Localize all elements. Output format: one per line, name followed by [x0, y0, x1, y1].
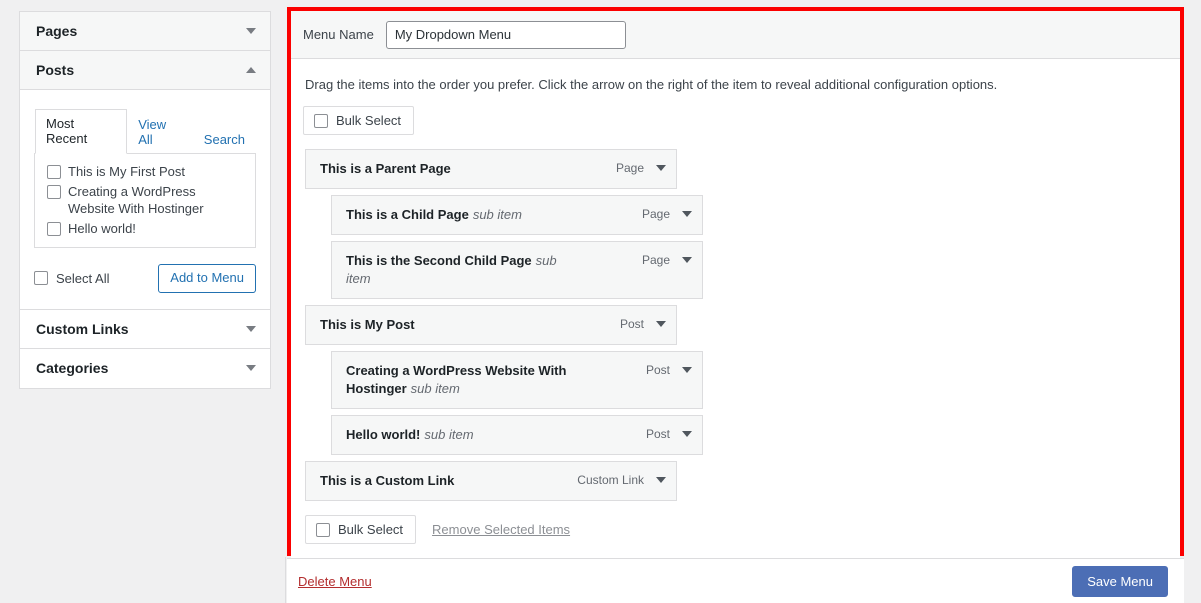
menu-item-title-text: This is a Child Page [346, 207, 469, 222]
menu-structure-body: Drag the items into the order you prefer… [291, 59, 1180, 560]
posts-panel-actions: Select All Add to Menu [34, 264, 256, 293]
posts-panel: Most Recent View All Search This is My F… [20, 90, 270, 310]
sidebar-section-custom-links-label: Custom Links [36, 321, 129, 337]
menu-editor-screen: Pages Posts Most Recent View All Search [0, 0, 1201, 603]
sidebar-section-pages[interactable]: Pages [20, 12, 270, 51]
chevron-up-icon[interactable] [246, 67, 256, 73]
table-row[interactable]: This is the Second Child Pagesub item Pa… [331, 241, 703, 299]
sidebar-section-custom-links[interactable]: Custom Links [20, 310, 270, 349]
bulk-select-top[interactable]: Bulk Select [303, 106, 414, 135]
chevron-down-icon[interactable] [656, 321, 666, 327]
menu-name-input[interactable] [386, 21, 626, 49]
menu-item-meta: Post [646, 362, 692, 377]
menu-item-title: This is the Second Child Pagesub item [346, 252, 576, 288]
post-checkbox-hello-world[interactable] [47, 222, 61, 236]
footer-divider [285, 557, 286, 603]
list-item[interactable]: Hello world! [45, 220, 245, 237]
menu-item-type: Page [642, 207, 670, 221]
table-row[interactable]: Hello world! sub item Post [331, 415, 703, 455]
sidebar-section-categories[interactable]: Categories [20, 349, 270, 388]
chevron-down-icon[interactable] [682, 367, 692, 373]
menu-item-title: Creating a WordPress Website With Hostin… [346, 362, 576, 398]
bulk-select-bottom-label: Bulk Select [338, 522, 403, 537]
menu-items-list: This is a Parent Page Page This is a Chi… [303, 149, 1168, 501]
sidebar-section-pages-label: Pages [36, 23, 77, 39]
select-all-label: Select All [56, 271, 109, 286]
menu-item-type: Post [620, 317, 644, 331]
menu-name-label: Menu Name [303, 27, 374, 42]
save-menu-button[interactable]: Save Menu [1072, 566, 1168, 597]
menu-item-meta: Custom Link [577, 472, 666, 487]
sidebar-section-posts[interactable]: Posts [20, 51, 270, 90]
post-label: This is My First Post [68, 163, 245, 180]
tab-search[interactable]: Search [193, 125, 256, 154]
tab-view-all[interactable]: View All [127, 110, 193, 154]
chevron-down-icon[interactable] [246, 28, 256, 34]
menu-item-type: Post [646, 363, 670, 377]
menu-item-meta: Post [620, 316, 666, 331]
menu-item-type: Post [646, 427, 670, 441]
bulk-select-bottom[interactable]: Bulk Select [305, 515, 416, 544]
tab-most-recent-label: Most Recent [46, 116, 87, 146]
table-row[interactable]: Creating a WordPress Website With Hostin… [331, 351, 703, 409]
select-all-checkbox[interactable] [34, 271, 48, 285]
add-menu-items-sidebar: Pages Posts Most Recent View All Search [19, 11, 271, 389]
menu-item-meta: Page [616, 160, 666, 175]
menu-structure-panel: Menu Name Drag the items into the order … [287, 7, 1184, 556]
remove-selected-items-link[interactable]: Remove Selected Items [432, 522, 570, 537]
post-checkbox-wordpress-hostinger[interactable] [47, 185, 61, 199]
menu-item-meta: Post [646, 426, 692, 441]
menu-item-meta: Page [642, 252, 692, 267]
list-item[interactable]: Creating a WordPress Website With Hostin… [45, 183, 245, 217]
menu-item-sub-badge: sub item [473, 207, 522, 222]
menu-item-title-text: This is the Second Child Page [346, 253, 532, 268]
posts-panel-tabs: Most Recent View All Search [35, 108, 256, 153]
add-to-menu-button[interactable]: Add to Menu [158, 264, 256, 293]
posts-checkbox-list: This is My First Post Creating a WordPre… [34, 153, 256, 248]
list-item[interactable]: This is My First Post [45, 163, 245, 180]
menu-item-type: Page [616, 161, 644, 175]
chevron-down-icon[interactable] [246, 326, 256, 332]
table-row[interactable]: This is My Post Post [305, 305, 677, 345]
sidebar-section-posts-label: Posts [36, 62, 74, 78]
table-row[interactable]: This is a Custom Link Custom Link [305, 461, 677, 501]
chevron-down-icon[interactable] [682, 431, 692, 437]
post-label: Creating a WordPress Website With Hostin… [68, 183, 245, 217]
menu-item-title: This is a Child Page sub item [346, 206, 522, 224]
drag-hint-text: Drag the items into the order you prefer… [305, 77, 1168, 92]
post-label: Hello world! [68, 220, 245, 237]
table-row[interactable]: This is a Parent Page Page [305, 149, 677, 189]
delete-menu-link[interactable]: Delete Menu [298, 574, 372, 589]
menu-editor-footer: Delete Menu Save Menu [287, 558, 1184, 603]
menu-item-type: Custom Link [577, 473, 644, 487]
menu-item-title: This is My Post [320, 316, 415, 334]
table-row[interactable]: This is a Child Page sub item Page [331, 195, 703, 235]
menu-item-title: This is a Custom Link [320, 472, 454, 490]
menu-item-sub-badge: sub item [424, 427, 473, 442]
bulk-actions-footer: Bulk Select Remove Selected Items [305, 515, 1168, 560]
tab-most-recent[interactable]: Most Recent [35, 109, 127, 154]
chevron-down-icon[interactable] [246, 365, 256, 371]
chevron-down-icon[interactable] [656, 477, 666, 483]
select-all-row[interactable]: Select All [34, 271, 109, 286]
chevron-down-icon[interactable] [682, 257, 692, 263]
tab-search-label: Search [204, 132, 245, 147]
menu-item-title: This is a Parent Page [320, 160, 451, 178]
menu-name-header: Menu Name [291, 11, 1180, 59]
sidebar-section-categories-label: Categories [36, 360, 108, 376]
chevron-down-icon[interactable] [682, 211, 692, 217]
menu-item-meta: Page [642, 206, 692, 221]
menu-item-title: Hello world! sub item [346, 426, 474, 444]
menu-item-title-text: Hello world! [346, 427, 420, 442]
bulk-select-top-checkbox[interactable] [314, 114, 328, 128]
bulk-select-top-label: Bulk Select [336, 113, 401, 128]
tab-view-all-label: View All [138, 117, 166, 147]
bulk-select-bottom-checkbox[interactable] [316, 523, 330, 537]
chevron-down-icon[interactable] [656, 165, 666, 171]
menu-item-sub-badge: sub item [411, 381, 460, 396]
menu-item-type: Page [642, 253, 670, 267]
post-checkbox-first-post[interactable] [47, 165, 61, 179]
